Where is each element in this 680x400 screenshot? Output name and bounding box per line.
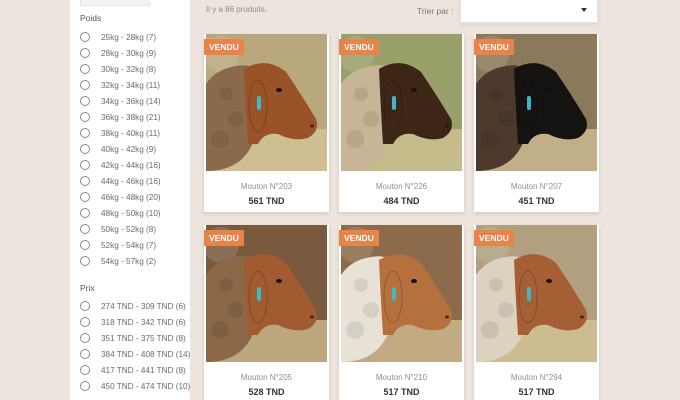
- price-option-label: 318 TND - 342 TND (6): [101, 317, 186, 327]
- weight-option-label: 28kg - 30kg (9): [101, 48, 157, 58]
- weight-filter-option[interactable]: 40kg - 42kg (9): [80, 142, 156, 156]
- weight-option-label: 25kg - 28kg (7): [101, 32, 157, 42]
- product-card[interactable]: VENDU Mouton N°210 517 TND: [339, 225, 464, 400]
- filter-sidebar: Poids 25kg - 28kg (7) 28kg - 30kg (9) 30…: [70, 0, 190, 400]
- radio-button[interactable]: [80, 144, 90, 154]
- radio-button[interactable]: [80, 208, 90, 218]
- radio-button[interactable]: [80, 333, 90, 343]
- sold-badge: VENDU: [474, 230, 514, 246]
- sold-badge: VENDU: [339, 230, 379, 246]
- product-price: 451 TND: [518, 196, 555, 206]
- radio-button[interactable]: [80, 32, 90, 42]
- weight-option-label: 40kg - 42kg (9): [101, 144, 157, 154]
- price-filter-title: Prix: [80, 283, 95, 293]
- radio-button[interactable]: [80, 176, 90, 186]
- radio-button[interactable]: [80, 80, 90, 90]
- radio-button[interactable]: [80, 365, 90, 375]
- weight-option-label: 52kg - 54kg (7): [101, 240, 157, 250]
- price-option-label: 274 TND - 309 TND (6): [101, 301, 186, 311]
- weight-option-label: 46kg - 48kg (20): [101, 192, 161, 202]
- sold-badge: VENDU: [204, 230, 244, 246]
- weight-filter-option[interactable]: 32kg - 34kg (11): [80, 78, 160, 92]
- sold-badge: VENDU: [339, 39, 379, 55]
- radio-button[interactable]: [80, 112, 90, 122]
- sold-badge: VENDU: [204, 39, 244, 55]
- weight-filter-option[interactable]: 48kg - 50kg (10): [80, 206, 161, 220]
- weight-filter-option[interactable]: 42kg - 44kg (16): [80, 158, 161, 172]
- radio-button[interactable]: [80, 48, 90, 58]
- sort-select[interactable]: [460, 0, 598, 23]
- weight-filter-option[interactable]: 28kg - 30kg (9): [80, 46, 156, 60]
- product-name[interactable]: Mouton N°203: [204, 182, 329, 191]
- product-name[interactable]: Mouton N°210: [339, 373, 464, 382]
- radio-button[interactable]: [80, 381, 90, 391]
- weight-option-label: 36kg - 38kg (21): [101, 112, 161, 122]
- product-price: 561 TND: [248, 196, 285, 206]
- weight-filter-option[interactable]: 54kg - 57kg (2): [80, 254, 156, 268]
- weight-option-label: 32kg - 34kg (11): [101, 80, 161, 90]
- sidebar-top-box: [80, 0, 150, 6]
- weight-filter-option[interactable]: 52kg - 54kg (7): [80, 238, 156, 252]
- radio-button[interactable]: [80, 240, 90, 250]
- weight-filter-option[interactable]: 30kg - 32kg (8): [80, 62, 156, 76]
- weight-option-label: 54kg - 57kg (2): [101, 256, 157, 266]
- weight-option-label: 50kg - 52kg (8): [101, 224, 157, 234]
- weight-filter-option[interactable]: 46kg - 48kg (20): [80, 190, 161, 204]
- results-count: Il y a 86 produits.: [206, 5, 267, 14]
- weight-option-label: 44kg - 46kg (16): [101, 176, 161, 186]
- radio-button[interactable]: [80, 128, 90, 138]
- radio-button[interactable]: [80, 317, 90, 327]
- weight-option-label: 42kg - 44kg (16): [101, 160, 161, 170]
- weight-filter-option[interactable]: 44kg - 46kg (16): [80, 174, 161, 188]
- price-filter-option[interactable]: 318 TND - 342 TND (6): [80, 315, 186, 329]
- price-option-label: 417 TND - 441 TND (8): [101, 365, 186, 375]
- weight-filter-option[interactable]: 36kg - 38kg (21): [80, 110, 161, 124]
- price-filter-option[interactable]: 450 TND - 474 TND (10): [80, 379, 190, 393]
- radio-button[interactable]: [80, 64, 90, 74]
- price-option-label: 384 TND - 408 TND (14): [101, 349, 190, 359]
- product-card[interactable]: VENDU Mouton N°205 528 TND: [204, 225, 329, 400]
- product-price: 528 TND: [248, 387, 285, 397]
- product-price: 484 TND: [383, 196, 420, 206]
- product-price: 517 TND: [383, 387, 420, 397]
- weight-option-label: 30kg - 32kg (8): [101, 64, 157, 74]
- product-name[interactable]: Mouton N°226: [339, 182, 464, 191]
- product-card[interactable]: VENDU Mouton N°203 561 TND: [204, 34, 329, 212]
- product-name[interactable]: Mouton N°207: [474, 182, 599, 191]
- product-name[interactable]: Mouton N°294: [474, 373, 599, 382]
- weight-option-label: 48kg - 50kg (10): [101, 208, 161, 218]
- weight-filter-title: Poids: [80, 13, 102, 23]
- price-filter-option[interactable]: 351 TND - 375 TND (8): [80, 331, 186, 345]
- weight-option-label: 38kg - 40kg (11): [101, 128, 161, 138]
- price-filter-option[interactable]: 274 TND - 309 TND (6): [80, 299, 186, 313]
- sort-label: Trier par :: [417, 6, 454, 16]
- product-card[interactable]: VENDU Mouton N°207 451 TND: [474, 34, 599, 212]
- price-filter-option[interactable]: 384 TND - 408 TND (14): [80, 347, 190, 361]
- product-price: 517 TND: [518, 387, 555, 397]
- weight-filter-option[interactable]: 34kg - 36kg (14): [80, 94, 161, 108]
- weight-filter-option[interactable]: 50kg - 52kg (8): [80, 222, 156, 236]
- price-option-label: 450 TND - 474 TND (10): [101, 381, 190, 391]
- product-card[interactable]: VENDU Mouton N°226 484 TND: [339, 34, 464, 212]
- weight-filter-option[interactable]: 25kg - 28kg (7): [80, 30, 156, 44]
- radio-button[interactable]: [80, 301, 90, 311]
- radio-button[interactable]: [80, 256, 90, 266]
- price-filter-option[interactable]: 417 TND - 441 TND (8): [80, 363, 186, 377]
- price-option-label: 351 TND - 375 TND (8): [101, 333, 186, 343]
- caret-down-icon: [581, 8, 587, 12]
- radio-button[interactable]: [80, 192, 90, 202]
- radio-button[interactable]: [80, 160, 90, 170]
- sold-badge: VENDU: [474, 39, 514, 55]
- radio-button[interactable]: [80, 349, 90, 359]
- product-card[interactable]: VENDU Mouton N°294 517 TND: [474, 225, 599, 400]
- product-name[interactable]: Mouton N°205: [204, 373, 329, 382]
- weight-option-label: 34kg - 36kg (14): [101, 96, 161, 106]
- weight-filter-option[interactable]: 38kg - 40kg (11): [80, 126, 160, 140]
- radio-button[interactable]: [80, 96, 90, 106]
- radio-button[interactable]: [80, 224, 90, 234]
